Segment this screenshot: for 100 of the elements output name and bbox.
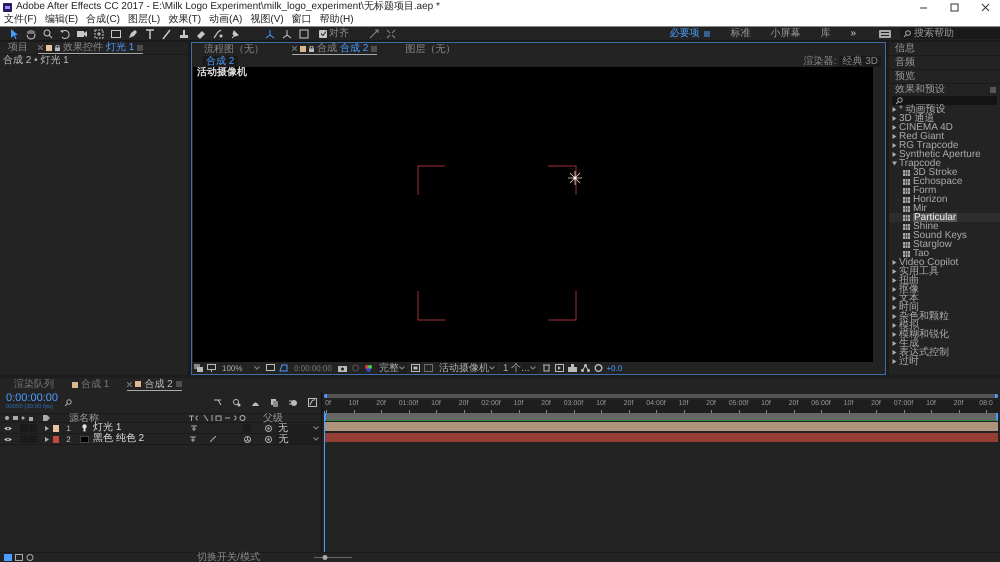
puppet-pin-tool-icon[interactable] (229, 28, 241, 40)
layer-switches-pane-icon[interactable] (4, 554, 12, 561)
effect-category[interactable]: 抠像 (899, 285, 919, 294)
collapse-switch-icon[interactable] (190, 425, 197, 431)
menu-icon[interactable] (704, 30, 710, 36)
panel-tab[interactable]: 渲染队列 (14, 379, 54, 390)
stamp-tool-icon[interactable] (178, 28, 190, 40)
frame-blending-icon[interactable] (270, 398, 279, 406)
brush-tool-icon[interactable] (161, 28, 173, 40)
view-layout-dropdown[interactable]: 1 个... (500, 362, 538, 374)
effect-item[interactable]: Tao (913, 249, 930, 258)
world-axis-icon[interactable] (281, 28, 293, 40)
label-color-swatch[interactable] (52, 424, 60, 432)
maximize-icon[interactable] (950, 2, 959, 12)
local-axis-icon[interactable] (264, 28, 276, 40)
effect-item[interactable]: Echospace (913, 177, 962, 186)
caret-right-icon[interactable] (44, 436, 48, 442)
caret-right-icon[interactable] (892, 260, 897, 265)
flowchart-icon[interactable] (580, 364, 590, 372)
effect-item[interactable]: Sound Keys (913, 231, 967, 240)
caret-right-icon[interactable] (892, 278, 897, 283)
effect-category[interactable]: * 动画预设 (899, 105, 946, 114)
caret-right-icon[interactable] (892, 296, 897, 301)
effect-item[interactable]: Starglow (913, 240, 952, 249)
region-icon[interactable] (194, 364, 203, 372)
monitor-icon[interactable] (207, 364, 216, 372)
exposure-value[interactable]: +0.0 (606, 362, 622, 374)
effect-category[interactable]: 模拟 (899, 321, 919, 330)
hand-tool-icon[interactable] (25, 28, 37, 40)
effect-category[interactable]: 杂色和颗粒 (899, 312, 949, 321)
effect-category[interactable]: 模糊和锐化 (899, 330, 949, 339)
expand-icon[interactable] (368, 28, 380, 40)
menu-icon[interactable] (176, 381, 182, 387)
effect-category[interactable]: 过时 (899, 357, 919, 366)
light-icon[interactable] (568, 171, 582, 185)
effect-item[interactable]: Horizon (913, 195, 948, 204)
menu-item[interactable]: 文件(F) (4, 14, 37, 26)
close-icon[interactable] (981, 2, 990, 12)
menu-item[interactable]: 图层(L) (128, 14, 160, 26)
transparency-grid-icon[interactable] (424, 364, 433, 372)
toggle-pixel-icon[interactable] (542, 364, 550, 372)
mask-visibility-icon[interactable] (279, 364, 288, 372)
caret-right-icon[interactable] (892, 305, 897, 310)
effect-item[interactable]: Particular (913, 213, 958, 222)
rotate-tool-icon[interactable] (59, 28, 71, 40)
panel-header[interactable]: 效果和预设 (895, 84, 945, 96)
menu-item[interactable]: 视图(V) (250, 14, 284, 26)
panel-tab[interactable]: 合成 2 (127, 378, 182, 390)
effect-category[interactable]: Synthetic Aperture (899, 150, 981, 159)
effect-item[interactable]: Shine (913, 222, 939, 231)
snap-checkbox[interactable] (319, 30, 327, 38)
effect-category[interactable]: RG Trapcode (899, 141, 958, 150)
3d-layer-icon[interactable] (244, 436, 252, 442)
roto-brush-tool-icon[interactable] (212, 28, 224, 40)
caret-right-icon[interactable] (892, 116, 897, 121)
menu-item[interactable]: 帮助(H) (320, 14, 354, 26)
menu-icon[interactable] (990, 87, 996, 93)
panel-tab[interactable]: 项目 (8, 42, 28, 54)
parent-dropdown[interactable]: 无 (276, 434, 321, 444)
zoom-tool-icon[interactable] (42, 28, 54, 40)
panel-tab[interactable]: 流程图（无） (204, 44, 264, 54)
zoom-dropdown[interactable]: 100% (220, 362, 262, 374)
menu-icon[interactable] (371, 46, 378, 52)
layer-name[interactable]: 灯光 1 (93, 423, 181, 433)
zoom-slider-icon[interactable] (312, 554, 353, 561)
effect-category[interactable]: Red Giant (899, 132, 944, 141)
modes-pane-icon[interactable] (15, 554, 23, 561)
camera-view-dropdown[interactable]: 活动摄像机 (436, 362, 497, 374)
overflow-button[interactable]: » (850, 28, 856, 40)
safe-zones-icon[interactable] (266, 364, 275, 372)
effect-category[interactable]: Trapcode (899, 159, 941, 168)
caret-right-icon[interactable] (892, 332, 897, 337)
parent-dropdown[interactable]: 无 (276, 424, 321, 432)
effect-category[interactable]: 实用工具 (899, 267, 939, 276)
effect-category[interactable]: 文本 (899, 294, 919, 303)
pan-behind-tool-icon[interactable] (93, 28, 105, 40)
motion-blur-icon[interactable] (289, 398, 298, 406)
effect-item[interactable]: Mir (913, 204, 927, 213)
effect-category[interactable]: CINEMA 4D (899, 123, 953, 132)
panel-tab[interactable]: 合成 合成 2 (292, 44, 378, 54)
resolution-dropdown[interactable]: 完整 (376, 362, 407, 374)
exposure-icon[interactable] (594, 364, 602, 372)
caret-right-icon[interactable] (892, 359, 897, 364)
caret-right-icon[interactable] (892, 107, 897, 112)
effect-category[interactable]: 扭曲 (899, 276, 919, 285)
menu-item[interactable]: 编辑(E) (44, 14, 78, 26)
effects-search-field[interactable] (892, 96, 997, 105)
spread-icon[interactable] (385, 28, 397, 40)
caret-right-icon[interactable] (892, 134, 897, 139)
caret-right-icon[interactable] (44, 426, 49, 430)
caret-right-icon[interactable] (892, 287, 897, 292)
caret-right-icon[interactable] (892, 323, 897, 328)
eye-icon[interactable] (4, 436, 12, 442)
text-tool-icon[interactable] (144, 28, 156, 40)
menu-item[interactable]: 动画(A) (209, 14, 242, 26)
effect-category[interactable]: 表达式控制 (899, 348, 949, 357)
layer-name[interactable]: 黑色 纯色 2 (92, 434, 180, 444)
workspace-tab[interactable]: 库 (820, 28, 830, 40)
caret-right-icon[interactable] (892, 269, 897, 274)
rectangle-tool-icon[interactable] (110, 28, 122, 40)
